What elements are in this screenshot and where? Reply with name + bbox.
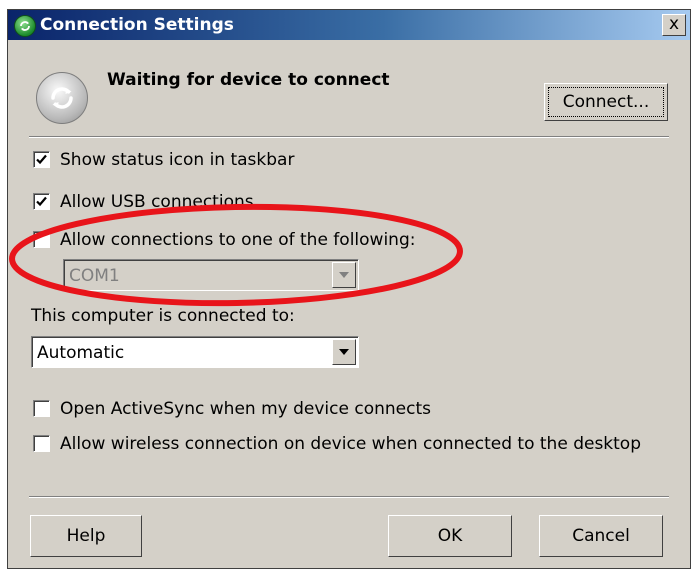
show-status-icon-option[interactable]: Show status icon in taskbar: [33, 150, 353, 172]
cancel-button[interactable]: Cancel: [539, 515, 663, 557]
connected-to-select[interactable]: Automatic: [31, 336, 359, 368]
connect-button[interactable]: Connect...: [544, 83, 668, 121]
show-status-icon-label: Show status icon in taskbar: [60, 150, 295, 170]
allow-connections-following-checkbox[interactable]: [33, 231, 50, 248]
open-activesync-label: Open ActiveSync when my device connects: [60, 399, 431, 419]
port-select-dropdown-button[interactable]: [332, 262, 356, 288]
help-button-label: Help: [66, 526, 106, 546]
chevron-down-icon: [339, 272, 349, 278]
cancel-button-label: Cancel: [572, 526, 630, 546]
allow-usb-option[interactable]: Allow USB connections: [33, 192, 293, 214]
status-heading: Waiting for device to connect: [107, 70, 390, 90]
ok-button-label: OK: [437, 526, 463, 546]
close-icon: x: [668, 14, 680, 34]
close-button[interactable]: x: [662, 14, 686, 36]
connected-to-dropdown-button[interactable]: [332, 339, 356, 365]
allow-usb-checkbox[interactable]: [33, 193, 50, 210]
open-activesync-option[interactable]: Open ActiveSync when my device connects: [33, 399, 453, 421]
allow-wireless-option[interactable]: Allow wireless connection on device when…: [33, 434, 673, 456]
window-title: Connection Settings: [40, 15, 234, 35]
open-activesync-checkbox[interactable]: [33, 400, 50, 417]
allow-connections-following-option[interactable]: Allow connections to one of the followin…: [33, 230, 453, 252]
allow-connections-following-label: Allow connections to one of the followin…: [60, 230, 416, 250]
divider-top: [29, 136, 669, 138]
port-select[interactable]: COM1: [63, 259, 359, 291]
allow-usb-label: Allow USB connections: [60, 192, 254, 212]
sync-arrows-icon: [36, 72, 88, 124]
connected-to-label: This computer is connected to:: [31, 306, 295, 326]
connection-settings-dialog: Connection Settings x Waiting for device…: [7, 9, 691, 569]
allow-wireless-checkbox[interactable]: [33, 435, 50, 452]
help-button[interactable]: Help: [30, 515, 142, 557]
allow-wireless-label: Allow wireless connection on device when…: [60, 434, 641, 454]
connected-to-value: Automatic: [37, 343, 125, 363]
title-bar[interactable]: Connection Settings x: [8, 10, 690, 40]
chevron-down-icon: [339, 349, 349, 355]
activesync-icon: [14, 15, 36, 37]
divider-bottom: [29, 496, 669, 498]
show-status-icon-checkbox[interactable]: [33, 151, 50, 168]
port-select-value: COM1: [69, 266, 120, 286]
ok-button[interactable]: OK: [388, 515, 512, 557]
connect-button-label: Connect...: [562, 92, 650, 112]
